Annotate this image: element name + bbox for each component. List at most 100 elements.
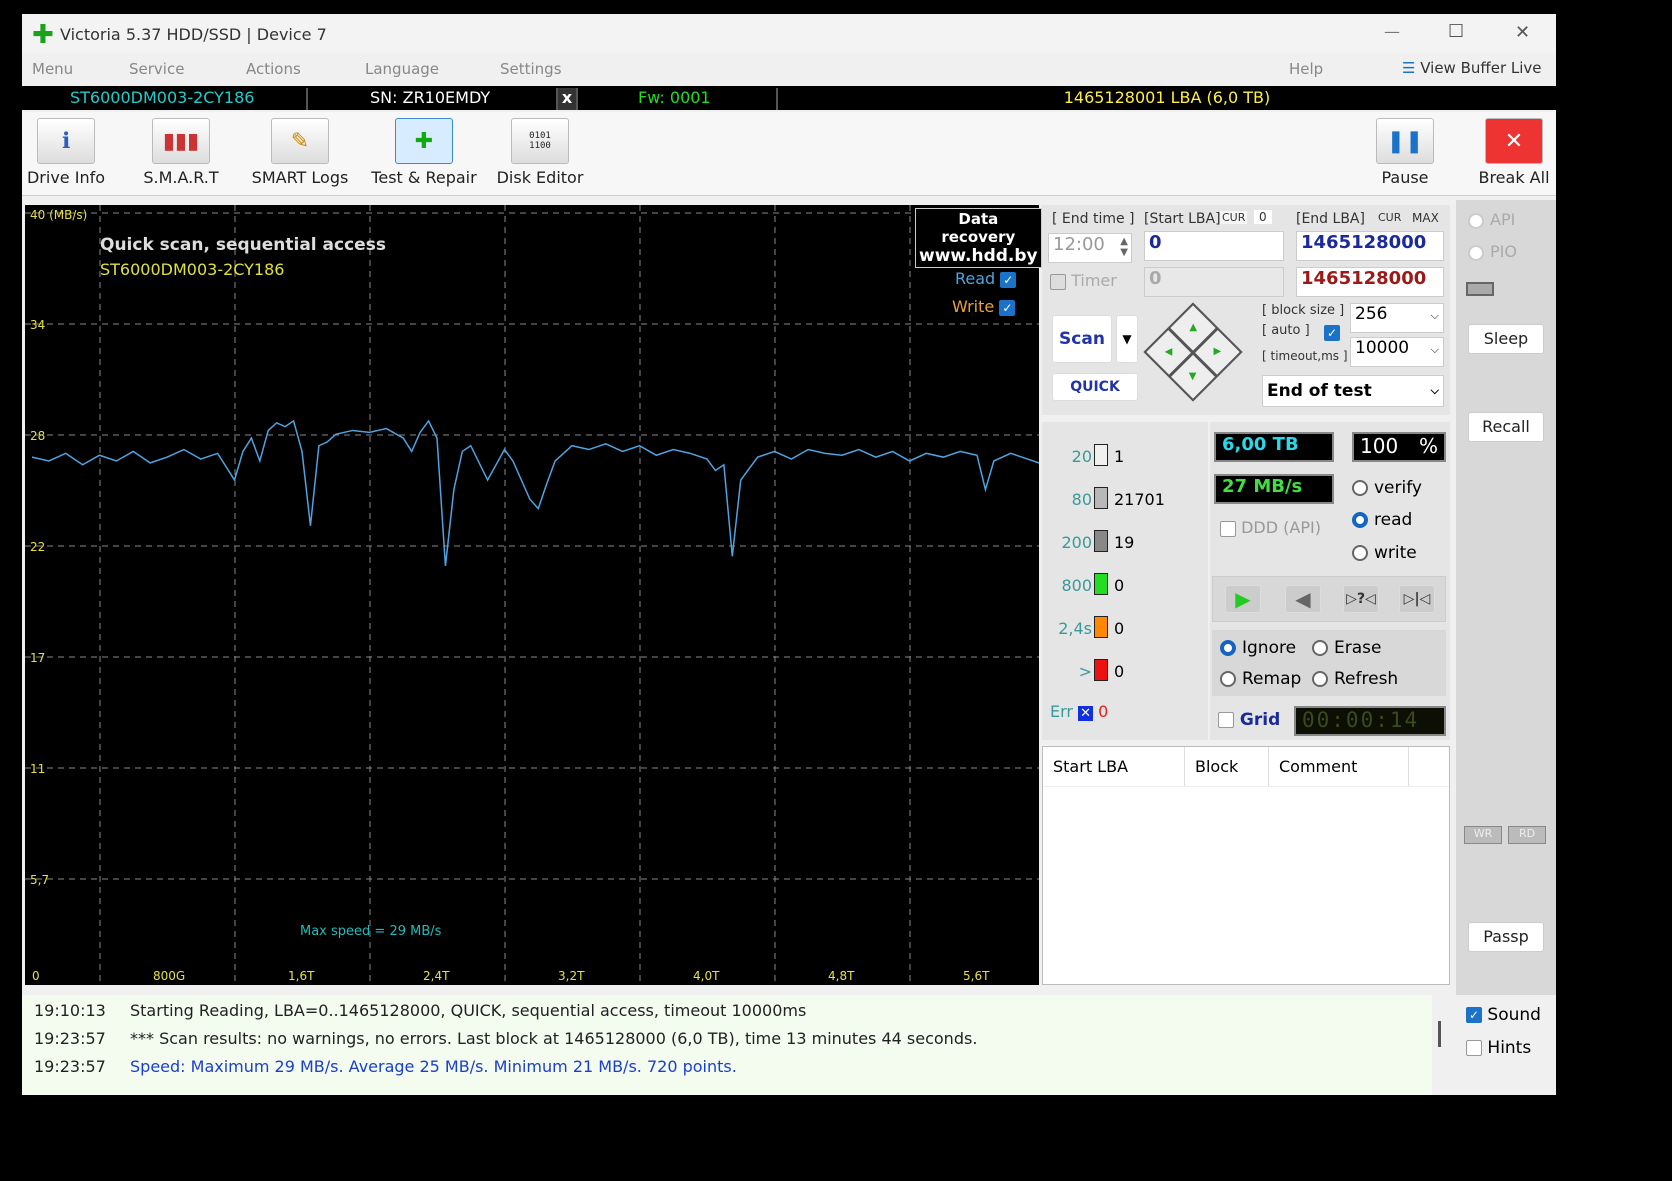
y-tick-label: 28 <box>30 429 45 443</box>
y-tick-label: 22 <box>30 540 45 554</box>
start-cur-button[interactable]: CUR <box>1220 211 1248 224</box>
break-all-button[interactable]: ✕ Break All <box>1474 118 1554 187</box>
butterfly-button[interactable]: ▷|◁ <box>1399 585 1435 613</box>
column-start-lba[interactable]: Start LBA <box>1043 747 1185 786</box>
grid-toggle[interactable]: Grid <box>1218 710 1280 730</box>
ddd-checkbox[interactable] <box>1220 520 1236 537</box>
ddd-api-toggle[interactable]: DDD (API) <box>1220 518 1321 537</box>
read-speed-line <box>31 419 1045 566</box>
maximize-button[interactable]: ☐ <box>1448 21 1464 42</box>
timer-checkbox[interactable] <box>1050 273 1066 290</box>
close-button[interactable]: ✕ <box>1515 22 1530 43</box>
event-log: 19:10:13 Starting Reading, LBA=0..1465128… <box>22 995 1432 1095</box>
log-entry: 19:10:13 Starting Reading, LBA=0..1465128… <box>34 1001 807 1020</box>
hints-checkbox[interactable] <box>1466 1040 1482 1056</box>
graph-title: Quick scan, sequential access <box>100 235 386 255</box>
histogram-row: 200 19 <box>1050 530 1134 552</box>
hints-toggle[interactable]: Hints <box>1466 1038 1531 1058</box>
remap-radio[interactable]: Remap <box>1220 669 1301 689</box>
play-button[interactable]: ▶ <box>1225 585 1261 613</box>
menu-settings[interactable]: Settings <box>500 60 562 78</box>
close-drive-button[interactable]: x <box>558 88 578 110</box>
write-checkbox[interactable]: ✓ <box>999 299 1016 316</box>
sound-toggle[interactable]: ✓ Sound <box>1466 1005 1541 1025</box>
erase-radio[interactable]: Erase <box>1312 638 1381 658</box>
write-toggle[interactable]: Write ✓ <box>952 297 1016 316</box>
menu-actions[interactable]: Actions <box>246 60 301 78</box>
timer-toggle[interactable]: Timer <box>1050 271 1117 290</box>
histogram-row: 80 21701 <box>1050 487 1165 509</box>
pause-icon: ❚❚ <box>1376 118 1434 164</box>
title-bar: ✚ Victoria 5.37 HDD/SSD | Device 7 — ☐ ✕ <box>22 14 1556 54</box>
passp-button[interactable]: Passp <box>1468 922 1544 952</box>
current-speed: 27 MB/s <box>1214 474 1334 504</box>
capacity: 1465128001 LBA (6,0 TB) <box>1063 88 1271 107</box>
repair-mode-group: Ignore Erase Remap Refresh <box>1212 630 1446 696</box>
block-size-select[interactable]: 256 ⌵ <box>1350 303 1444 333</box>
recall-button[interactable]: Recall <box>1468 412 1544 442</box>
scan-dropdown-button[interactable]: ▼ <box>1116 315 1138 363</box>
smart-button[interactable]: ▮▮▮ S.M.A.R.T <box>136 118 226 187</box>
end-of-test-select[interactable]: End of test ⌵ <box>1262 375 1444 407</box>
end-lba-label: [End LBA] <box>1296 211 1365 227</box>
end-time-input[interactable]: 12:00 ▲ ▼ <box>1048 233 1132 263</box>
max-button[interactable]: MAX <box>1412 211 1439 225</box>
end-cur-button[interactable]: CUR <box>1378 211 1401 224</box>
timeout-select[interactable]: 10000 ⌵ <box>1350 337 1444 367</box>
histogram-row: 2,4s 0 <box>1050 616 1124 638</box>
drive-model[interactable]: ST6000DM003-2CY186 <box>22 88 308 110</box>
smart-logs-button[interactable]: ✎ SMART Logs <box>248 118 352 187</box>
histogram-bar <box>1094 616 1108 638</box>
cur-value: 0 <box>1254 210 1272 224</box>
menu-service[interactable]: Service <box>129 60 184 78</box>
start-lba-input[interactable]: 0 <box>1144 231 1284 261</box>
auto-checkbox[interactable]: ✓ <box>1324 325 1340 341</box>
disk-editor-button[interactable]: 0101 1100 Disk Editor <box>494 118 586 187</box>
menu-bar: Menu Service Actions Language Settings H… <box>22 56 1556 84</box>
view-buffer-live-button[interactable]: ☰ View Buffer Live <box>1402 59 1542 77</box>
drive-info-button[interactable]: ℹ Drive Info <box>26 118 106 187</box>
test-repair-button[interactable]: ✚ Test & Repair <box>368 118 480 187</box>
x-tick-label: 1,6T <box>288 969 315 983</box>
window-title: Victoria 5.37 HDD/SSD | Device 7 <box>60 25 327 44</box>
minimize-button[interactable]: — <box>1384 22 1400 41</box>
grid-checkbox[interactable] <box>1218 712 1234 728</box>
pio-radio[interactable]: PIO <box>1468 242 1517 261</box>
start-lba-label: [Start LBA] <box>1144 211 1221 227</box>
pause-button[interactable]: ❚❚ Pause <box>1372 118 1438 187</box>
histogram-bar <box>1094 444 1108 466</box>
read-toggle[interactable]: Read ✓ <box>955 269 1017 288</box>
access-time-histogram: 20 1 80 21701 200 19 800 0 2,4s 0 >0 <box>1042 422 1208 740</box>
column-comment[interactable]: Comment <box>1269 747 1409 786</box>
sleep-button[interactable]: Sleep <box>1468 324 1544 354</box>
api-radio[interactable]: API <box>1468 210 1515 229</box>
end-lba-2-input[interactable]: 1465128000 <box>1296 267 1444 297</box>
histogram-bar <box>1094 530 1108 552</box>
rd-indicator: RD <box>1508 826 1546 844</box>
read-radio[interactable]: read <box>1352 510 1412 530</box>
random-seek-button[interactable]: ▷?◁ <box>1343 585 1379 613</box>
menu-help[interactable]: Help <box>1289 60 1323 78</box>
column-block[interactable]: Block <box>1185 747 1269 786</box>
log-scrollbar[interactable] <box>1438 1021 1441 1047</box>
spinner-icon[interactable]: ▲ ▼ <box>1120 236 1128 258</box>
verify-radio[interactable]: verify <box>1352 478 1422 498</box>
status-panel: 6,00 TB 100% 27 MB/s DDD (API) verify re… <box>1210 422 1450 740</box>
reverse-button[interactable]: ◀ <box>1285 585 1321 613</box>
read-checkbox[interactable]: ✓ <box>1000 271 1017 288</box>
refresh-radio[interactable]: Refresh <box>1312 669 1398 689</box>
x-tick-label: 3,2T <box>558 969 585 983</box>
max-speed-label: Max speed = 29 MB/s <box>300 924 442 939</box>
sound-checkbox[interactable]: ✓ <box>1466 1007 1482 1023</box>
end-time-label: [ End time ] <box>1052 211 1135 227</box>
scan-button[interactable]: Scan <box>1052 315 1112 363</box>
watermark[interactable]: Data recovery www.hdd.by <box>915 208 1042 268</box>
test-repair-icon: ✚ <box>395 118 453 164</box>
ignore-radio[interactable]: Ignore <box>1220 638 1296 658</box>
quick-button[interactable]: QUICK <box>1052 373 1138 401</box>
write-radio[interactable]: write <box>1352 543 1417 563</box>
menu-menu[interactable]: Menu <box>32 60 73 78</box>
end-lba-input[interactable]: 1465128000 <box>1296 231 1444 261</box>
timer-input[interactable]: 0 <box>1144 267 1284 297</box>
menu-language[interactable]: Language <box>365 60 439 78</box>
